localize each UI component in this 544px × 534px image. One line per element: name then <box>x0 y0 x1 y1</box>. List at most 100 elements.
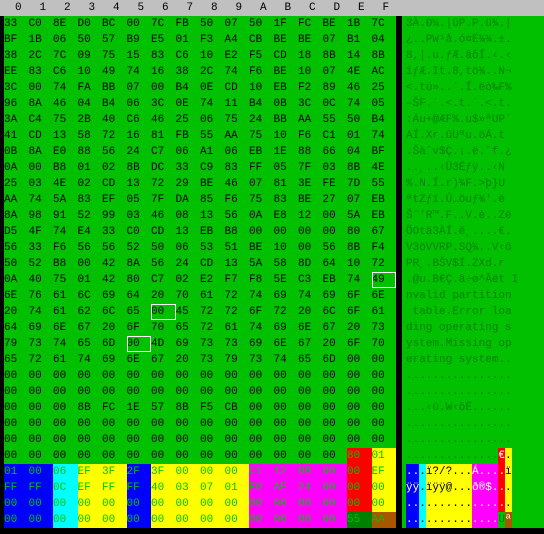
hex-byte[interactable]: EF <box>78 480 103 496</box>
ascii-dump[interactable]: ..............€. <box>402 448 544 464</box>
hex-byte[interactable]: 88 <box>78 144 103 160</box>
hex-byte[interactable]: 00 <box>127 496 152 512</box>
hex-byte[interactable]: A1 <box>200 144 225 160</box>
hex-byte[interactable]: 00 <box>29 448 54 464</box>
hex-byte[interactable]: 00 <box>274 448 299 464</box>
hex-byte[interactable]: 80 <box>347 448 372 464</box>
hex-byte[interactable]: 33 <box>29 240 54 256</box>
hex-bytes[interactable]: EE83C610497416382C74F6BE10074EAC <box>0 64 402 80</box>
hex-byte[interactable]: 00 <box>249 384 274 400</box>
hex-byte[interactable]: FA <box>78 80 103 96</box>
hex-byte[interactable]: 69 <box>29 320 54 336</box>
hex-byte[interactable]: 6E <box>298 320 323 336</box>
hex-byte[interactable]: 00 <box>347 416 372 432</box>
hex-byte[interactable]: C7 <box>151 144 176 160</box>
hex-byte[interactable]: 24 <box>249 112 274 128</box>
hex-byte[interactable]: 00 <box>4 384 29 400</box>
ascii-dump[interactable]: nvalid partition <box>402 288 544 304</box>
hex-byte[interactable]: 00 <box>29 400 54 416</box>
hex-byte[interactable]: 40 <box>29 272 54 288</box>
hex-byte[interactable]: FE <box>323 176 348 192</box>
hex-byte[interactable]: F5 <box>200 400 225 416</box>
hex-byte[interactable]: 6F <box>347 304 372 320</box>
hex-byte[interactable]: 00 <box>347 368 372 384</box>
hex-byte[interactable]: 74 <box>298 288 323 304</box>
hex-byte[interactable]: 0B <box>298 464 323 480</box>
hex-byte[interactable]: FF <box>4 480 29 496</box>
hex-byte[interactable]: 00 <box>151 432 176 448</box>
hex-byte[interactable]: 00 <box>151 496 176 512</box>
hex-byte[interactable]: 70 <box>176 288 201 304</box>
hex-byte[interactable]: 1B <box>29 32 54 48</box>
hex-byte[interactable]: 0A <box>249 208 274 224</box>
hex-byte[interactable]: 07 <box>127 80 152 96</box>
hex-byte[interactable]: 03 <box>127 208 152 224</box>
hex-byte[interactable]: 74 <box>78 352 103 368</box>
hex-byte[interactable]: 8B <box>127 160 152 176</box>
hex-byte[interactable]: 01 <box>225 480 250 496</box>
hex-byte[interactable]: 00 <box>225 448 250 464</box>
hex-byte[interactable]: 0C <box>323 96 348 112</box>
hex-byte[interactable]: 3F <box>102 464 127 480</box>
hex-byte[interactable]: 00 <box>151 512 176 528</box>
hex-bytes[interactable]: 0A4075014280C702E2F7F85EC3EB7449 <box>0 272 402 288</box>
hex-byte[interactable]: 00 <box>176 416 201 432</box>
ascii-dump[interactable]: ...‹ü.W‹õË...... <box>402 400 544 416</box>
hex-byte[interactable]: 00 <box>78 496 103 512</box>
hex-byte[interactable]: 33 <box>102 224 127 240</box>
hex-byte[interactable]: 04 <box>78 96 103 112</box>
hex-byte[interactable]: 46 <box>151 208 176 224</box>
hex-byte[interactable]: 00 <box>200 448 225 464</box>
hex-byte[interactable]: 24 <box>298 480 323 496</box>
hex-byte[interactable]: 73 <box>372 320 397 336</box>
hex-byte[interactable]: 00 <box>127 512 152 528</box>
hex-byte[interactable]: 50 <box>78 32 103 48</box>
hex-byte[interactable]: A4 <box>225 32 250 48</box>
hex-byte[interactable]: F4 <box>372 240 397 256</box>
hex-byte[interactable]: 58 <box>274 256 299 272</box>
hex-byte[interactable]: 00 <box>274 416 299 432</box>
hex-byte[interactable]: EB <box>372 192 397 208</box>
hex-bytes[interactable]: 00000000000000000000000000000000 <box>0 496 402 512</box>
hex-byte[interactable]: 8B <box>78 400 103 416</box>
hex-byte[interactable]: 10 <box>200 48 225 64</box>
hex-byte[interactable]: 96 <box>4 96 29 112</box>
hex-byte[interactable]: 00 <box>127 16 152 32</box>
hex-byte[interactable]: 98 <box>29 208 54 224</box>
hex-byte[interactable]: 6E <box>53 320 78 336</box>
hex-byte[interactable]: 00 <box>323 448 348 464</box>
hex-bytes[interactable]: 968A4604B4063C0E7411B40B3C0C7405 <box>0 96 402 112</box>
hex-byte[interactable]: BE <box>200 176 225 192</box>
hex-byte[interactable]: 0A <box>4 272 29 288</box>
hex-byte[interactable]: 07 <box>323 32 348 48</box>
hex-byte[interactable]: C1 <box>323 128 348 144</box>
hex-byte[interactable]: 07 <box>249 176 274 192</box>
hex-byte[interactable]: 65 <box>298 352 323 368</box>
hex-byte[interactable]: 6E <box>274 336 299 352</box>
hex-byte[interactable]: 00 <box>249 496 274 512</box>
hex-byte[interactable]: 73 <box>249 352 274 368</box>
hex-bytes[interactable]: 33C08ED0BC007CFB5007501FFCBE1B7C <box>0 16 402 32</box>
ascii-dump[interactable]: 3À.Ð¼.|ûP.P.ü¾.| <box>402 16 544 32</box>
hex-byte[interactable]: 69 <box>102 352 127 368</box>
hex-byte[interactable]: 25 <box>4 176 29 192</box>
hex-byte[interactable]: D5 <box>4 224 29 240</box>
hex-byte[interactable]: 00 <box>347 464 372 480</box>
hex-byte[interactable]: 1E <box>274 144 299 160</box>
hex-byte[interactable]: 73 <box>200 352 225 368</box>
hex-byte[interactable]: 69 <box>102 288 127 304</box>
hex-byte[interactable]: 00 <box>53 496 78 512</box>
hex-bytes[interactable]: 207461626C65004572726F72206C6F61 <box>0 304 402 320</box>
hex-byte[interactable]: 00 <box>127 448 152 464</box>
hex-byte[interactable]: 55 <box>347 512 372 528</box>
hex-byte[interactable]: 69 <box>176 336 201 352</box>
hex-byte[interactable]: 6C <box>102 304 127 320</box>
hex-byte[interactable]: E2 <box>200 272 225 288</box>
hex-byte[interactable]: 00 <box>225 464 250 480</box>
hex-byte[interactable]: 72 <box>102 128 127 144</box>
hex-byte[interactable]: BE <box>298 32 323 48</box>
ascii-dump[interactable]: Š˜'R™.F..V.è..Zë <box>402 208 544 224</box>
hex-byte[interactable]: 61 <box>200 288 225 304</box>
hex-byte[interactable]: 6E <box>372 288 397 304</box>
hex-byte[interactable]: 51 <box>225 240 250 256</box>
